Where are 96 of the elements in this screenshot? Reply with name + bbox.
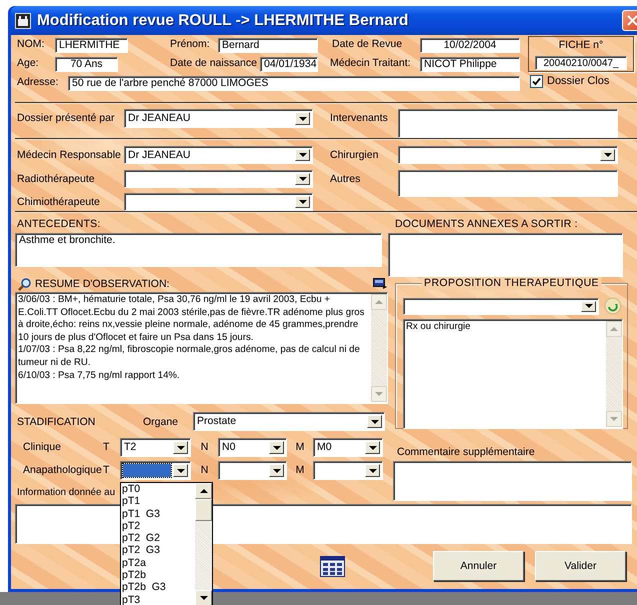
field-label: Radiothérapeute <box>17 172 96 187</box>
dropdown-option[interactable]: pT2 G2 <box>122 532 195 544</box>
field-label: Commentaire supplémentaire <box>396 446 536 459</box>
dropdown-option[interactable]: pT2 G3 <box>122 544 195 557</box>
dropdown-field[interactable]: Dr JEANEAU <box>124 146 313 164</box>
dropdown-button[interactable] <box>295 173 310 185</box>
text-area[interactable] <box>398 170 618 197</box>
dropdown-option[interactable]: pT0 <box>122 483 195 496</box>
field-label: Date de Revue <box>332 38 404 52</box>
field-label: Anapathologique <box>23 463 103 478</box>
scrollbar[interactable] <box>371 294 387 402</box>
input-field[interactable]: NICOT Philippe <box>420 57 520 72</box>
field-label: Intervenants <box>330 111 389 126</box>
dropdown-button[interactable] <box>581 300 596 312</box>
close-button[interactable] <box>622 10 637 31</box>
input-field[interactable]: 20040210/0047_ <box>535 56 627 70</box>
field-label: Chimiothérapeute <box>17 195 101 210</box>
text-area[interactable]: Asthme et bronchite. <box>15 233 382 267</box>
dialog-button[interactable]: Valider <box>535 551 626 581</box>
field-label: Médecin Responsable <box>17 148 122 163</box>
dropdown-button[interactable] <box>269 441 284 454</box>
field-label: FICHE n° <box>558 39 604 52</box>
field-label: Chirurgien <box>330 148 380 163</box>
field-label: N <box>200 463 210 478</box>
dropdown-option[interactable]: pT3 <box>122 594 195 605</box>
input-field[interactable]: 70 Ans <box>55 57 118 72</box>
checkbox[interactable] <box>530 75 543 88</box>
dropdown-button[interactable] <box>365 464 380 477</box>
dropdown-button[interactable] <box>600 149 615 161</box>
input-field[interactable]: Bernard <box>218 38 318 53</box>
dropdown-field[interactable] <box>124 170 313 188</box>
field-label: M <box>294 440 306 455</box>
field-label: Date de naissance <box>170 57 258 71</box>
dropdown-button[interactable] <box>173 441 188 454</box>
input-field[interactable]: 04/01/1934 <box>260 57 318 72</box>
field-label: Organe <box>143 415 180 430</box>
dropdown-button[interactable] <box>173 464 188 477</box>
dropdown-button[interactable] <box>295 149 310 161</box>
text-area[interactable] <box>388 233 623 277</box>
dropdown-button[interactable] <box>269 464 284 477</box>
dropdown-field[interactable]: N0 <box>218 438 287 457</box>
dropdown-field[interactable] <box>218 461 287 480</box>
group-title: PROPOSITION THERAPEUTIQUE <box>421 277 602 290</box>
field-label: N <box>200 440 210 455</box>
dropdown-field[interactable] <box>313 461 383 480</box>
section-heading: DOCUMENTS ANNEXES A SORTIR : <box>394 218 579 230</box>
dropdown-field[interactable]: Prostate <box>193 412 385 431</box>
input-field[interactable]: LHERMITHE <box>55 38 128 53</box>
dropdown-button[interactable] <box>367 415 382 428</box>
dropdown-button[interactable] <box>295 196 310 208</box>
field-label: Information donnée au <box>17 486 116 498</box>
dropdown-option[interactable]: pT2b G3 <box>122 581 195 594</box>
dropdown-button[interactable] <box>295 112 310 125</box>
dropdown-list[interactable]: pT0 pT1 pT1 G3 pT2 pT2 G2 pT2 G3 pT2a pT2b pT2b G3 pT3 <box>120 482 213 605</box>
field-label: Age: <box>17 57 40 71</box>
app-icon <box>15 12 31 28</box>
section-heading: RESUME D'OBSERVATION: <box>35 278 170 290</box>
table-icon[interactable] <box>320 556 345 576</box>
text-area[interactable]: 3/06/03 : BM+, hématurie totale, Psa 30,76 ng/ml le 19 avril 2003, Ecbu + E.Coli.TT Oflocet.Ecbu du 2 mai 2003 stérile,pas de fièvre.TR adénome plus gros à droite,écho: reins nx,vessie pleine normale, adénome de 45 grammes,prendre 10 jours de plus d'Oflocet et faire un Psa dans 15 jours. 1/07/03 : Psa 8,22 ng/ml, fibroscopie normale,gros adénome, pas de calcul ni de tumeur ni de RU. 6/10/03 : Psa 7,75 ng/ml rapport 14%. <box>15 292 388 404</box>
input-field[interactable]: 10/02/2004 <box>420 38 520 53</box>
field-label: Autres <box>330 172 362 187</box>
field-label: T <box>103 463 110 478</box>
dropdown-field[interactable] <box>403 298 600 314</box>
dropdown-option[interactable]: pT2b <box>122 569 195 582</box>
dropdown-field[interactable]: Dr JEANEAU <box>124 109 313 128</box>
dialog-button[interactable]: Annuler <box>433 551 524 581</box>
field-label: Clinique <box>23 440 62 455</box>
dropdown-field[interactable]: M0 <box>313 438 383 457</box>
window-title: Modification revue ROULL -> LHERMITHE Bernard <box>37 14 408 27</box>
input-field[interactable]: 50 rue de l'arbre penché 87000 LIMOGES <box>68 76 520 91</box>
search-icon[interactable] <box>18 278 31 290</box>
field-label: NOM: <box>17 38 46 52</box>
field-label: Médecin Traitant: <box>330 57 412 71</box>
dropdown-button[interactable] <box>365 441 380 454</box>
text-area[interactable] <box>398 109 618 138</box>
dropdown-field[interactable]: T2 <box>120 438 191 457</box>
dropdown-field[interactable] <box>124 193 313 211</box>
text-area[interactable] <box>393 461 632 501</box>
close-icon <box>627 15 637 26</box>
scrollbar[interactable] <box>606 321 622 427</box>
dropdown-option[interactable]: pT1 G3 <box>122 508 195 520</box>
field-label: Dossier présenté par <box>17 111 116 126</box>
dropdown-option[interactable]: pT1 <box>122 495 195 508</box>
field-label: Prénom: <box>170 38 211 52</box>
scrollbar[interactable] <box>195 483 212 605</box>
dropdown-field[interactable] <box>398 146 618 164</box>
dropdown-option[interactable]: pT2 <box>122 520 195 532</box>
text-area[interactable]: Rx ou chirurgie <box>403 319 623 429</box>
section-heading: ANTECEDENTS: <box>16 218 102 230</box>
field-label: M <box>294 463 306 478</box>
window-icon[interactable] <box>373 278 387 290</box>
field-label: STADIFICATION <box>17 415 96 430</box>
checkbox-label: Dossier Clos <box>547 75 610 88</box>
field-label: Adresse: <box>17 76 60 90</box>
dropdown-option[interactable]: pT2a <box>122 556 195 570</box>
field-label: T <box>103 440 110 455</box>
